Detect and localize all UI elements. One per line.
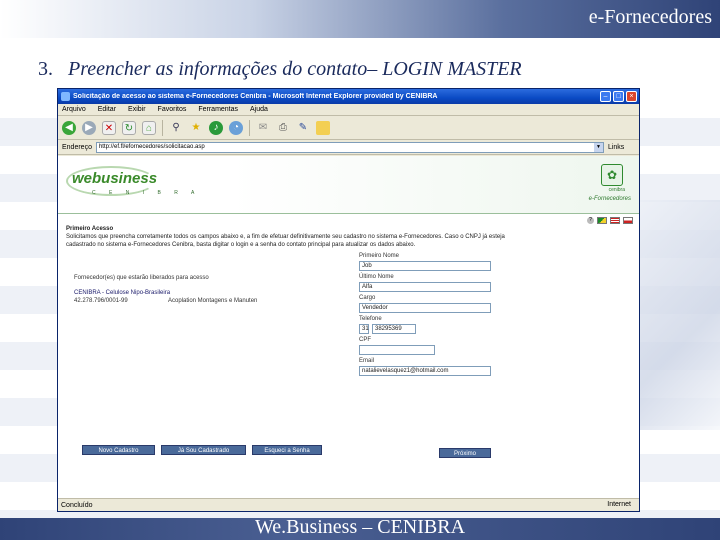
- print-icon[interactable]: ⎙: [276, 121, 290, 135]
- contact-form: Primeiro Nome Job Último Nome Alfa Cargo…: [359, 253, 493, 379]
- back-icon[interactable]: ◀: [62, 120, 76, 135]
- slide-heading-text: Preencher as informações do contato– LOG…: [68, 58, 522, 80]
- slide-decoration: [640, 200, 720, 430]
- menu-exibir[interactable]: Exibir: [128, 106, 146, 113]
- slide-heading: 3. Preencher as informações do contato– …: [38, 58, 522, 81]
- refresh-icon[interactable]: ↻: [122, 120, 136, 135]
- folder-icon[interactable]: [316, 120, 330, 135]
- last-name-label: Último Nome: [359, 274, 394, 280]
- intro-title: Primeiro Acesso: [66, 226, 114, 232]
- browser-title: Solicitação de acesso ao sistema e-Forne…: [73, 93, 438, 100]
- page-viewport: webusiness C E N I B R A ✿ cenibra e-For…: [58, 156, 639, 499]
- close-icon[interactable]: ×: [626, 91, 637, 102]
- first-name-field[interactable]: Job: [359, 261, 491, 271]
- email-label: Email: [359, 358, 375, 364]
- browser-menu-bar: Arquivo Editar Exibir Favoritos Ferramen…: [58, 104, 639, 116]
- intro-text-block: Primeiro Acesso Solicitamos que preencha…: [66, 225, 536, 249]
- menu-ferramentas[interactable]: Ferramentas: [198, 106, 238, 113]
- mail-icon[interactable]: ✉: [256, 121, 270, 135]
- address-value: http://ef.fl/efornecedores/solicitacao.a…: [98, 144, 205, 150]
- bottom-button-row: Novo Cadastro Já Sou Cadastrado Esqueci …: [82, 445, 322, 455]
- menu-arquivo[interactable]: Arquivo: [62, 106, 86, 113]
- phone-label: Telefone: [359, 316, 382, 322]
- already-registered-button[interactable]: Já Sou Cadastrado: [161, 445, 246, 455]
- browser-toolbar: ◀ ▶ ✕ ↻ ⌂ ⚲ ★ ♪ ◔ ✉ ⎙ ✎: [58, 116, 639, 140]
- slide-footer: We.Business – CENIBRA: [254, 516, 466, 538]
- links-button[interactable]: Links: [608, 144, 624, 151]
- maximize-icon[interactable]: □: [613, 91, 624, 102]
- menu-editar[interactable]: Editar: [98, 106, 116, 113]
- edit-icon[interactable]: ✎: [296, 121, 310, 135]
- status-bar: Concluído Internet: [58, 498, 639, 511]
- browser-window: Solicitação de acesso ao sistema e-Forne…: [57, 88, 640, 512]
- phone-number-field[interactable]: 38295369: [372, 324, 416, 334]
- favorites-icon[interactable]: ★: [189, 121, 203, 135]
- position-field[interactable]: Vendedor: [359, 303, 491, 313]
- supplier-name[interactable]: CENIBRA - Celulose Nipo-Brasileira: [74, 290, 170, 296]
- browser-title-bar: Solicitação de acesso ao sistema e-Forne…: [58, 89, 639, 104]
- stop-icon[interactable]: ✕: [102, 120, 116, 135]
- position-label: Cargo: [359, 295, 376, 301]
- last-name-field[interactable]: Alfa: [359, 282, 491, 292]
- supplier-label: Fornecedor(es) que estarão liberados par…: [74, 275, 209, 281]
- supplier-cnpj: 42.278.796/0001-99: [74, 298, 128, 304]
- language-bar: ?: [587, 217, 633, 224]
- toolbar-separator: [249, 119, 250, 136]
- flag-brazil-icon[interactable]: [597, 217, 607, 224]
- new-registration-button[interactable]: Novo Cadastro: [82, 445, 155, 455]
- help-icon[interactable]: ?: [587, 217, 594, 224]
- history-icon[interactable]: ◔: [229, 120, 243, 135]
- menu-favoritos[interactable]: Favoritos: [158, 106, 187, 113]
- toolbar-separator: [162, 119, 163, 136]
- intro-text: Solicitamos que preencha corretamente to…: [66, 234, 505, 248]
- flag-usa-icon[interactable]: [610, 217, 620, 224]
- phone-row: 31 38295369: [359, 324, 493, 334]
- cenibra-logo-icon: ✿: [601, 164, 623, 186]
- ie-app-icon: [61, 92, 70, 101]
- address-dropdown-icon[interactable]: ▼: [593, 142, 603, 152]
- address-input[interactable]: http://ef.fl/efornecedores/solicitacao.a…: [95, 141, 604, 153]
- status-zone: Internet: [607, 501, 631, 508]
- fornecedores-label: e-Fornecedores: [588, 196, 631, 202]
- slide-brand-title: e-Fornecedores: [588, 6, 712, 28]
- forward-icon[interactable]: ▶: [82, 120, 96, 135]
- phone-ddd-field[interactable]: 31: [359, 324, 369, 334]
- cpf-label: CPF: [359, 337, 371, 343]
- home-icon[interactable]: ⌂: [142, 120, 156, 135]
- media-icon[interactable]: ♪: [209, 120, 223, 135]
- site-header: webusiness C E N I B R A ✿ cenibra e-For…: [58, 156, 639, 214]
- address-label: Endereço: [62, 143, 92, 151]
- slide-top-bar: e-Fornecedores: [0, 0, 720, 38]
- address-bar: Endereço http://ef.fl/efornecedores/soli…: [58, 140, 639, 155]
- webusiness-logo-sub: C E N I B R A: [92, 190, 201, 196]
- forgot-password-button[interactable]: Esqueci a Senha: [252, 445, 322, 455]
- search-icon[interactable]: ⚲: [169, 121, 183, 135]
- cenibra-label: cenibra: [608, 187, 625, 193]
- status-text: Concluído: [61, 501, 93, 509]
- supplier-branch: Acoplation Montagens e Manuten: [168, 298, 258, 304]
- email-field[interactable]: natalievelasquez1@hotmail.com: [359, 366, 491, 376]
- slide-heading-number: 3.: [38, 58, 53, 80]
- flag-chile-icon[interactable]: [623, 217, 633, 224]
- minimize-icon[interactable]: –: [600, 91, 611, 102]
- cpf-field[interactable]: [359, 345, 435, 355]
- next-button[interactable]: Próximo: [439, 448, 491, 458]
- webusiness-logo: webusiness: [72, 170, 158, 187]
- first-name-label: Primeiro Nome: [359, 253, 400, 259]
- menu-ajuda[interactable]: Ajuda: [250, 106, 268, 113]
